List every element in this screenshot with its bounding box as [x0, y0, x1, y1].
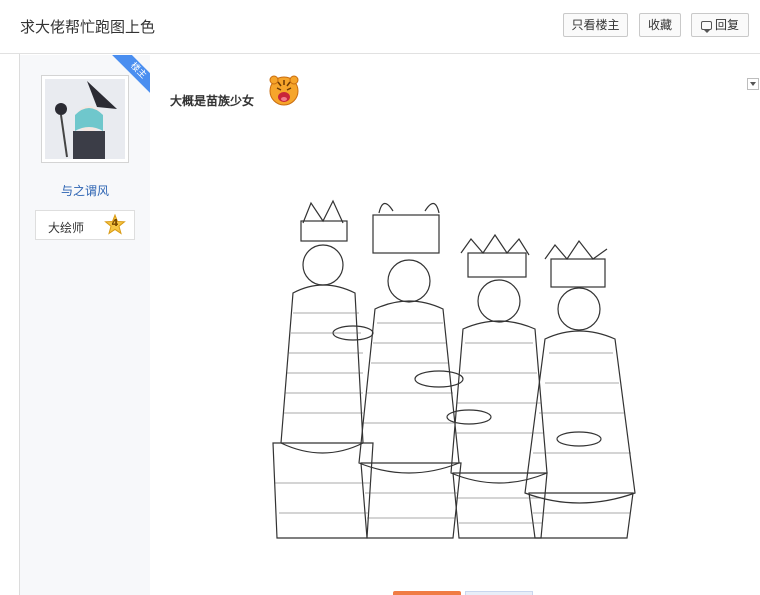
comment-icon [700, 21, 712, 33]
rank-box[interactable]: 大绘师 4 [35, 210, 135, 240]
pagination-prev[interactable] [393, 591, 461, 595]
post-menu-dropdown[interactable] [747, 78, 759, 90]
thread-header: 求大佬帮忙跑图上色 只看楼主 收藏 回复 [0, 0, 760, 54]
tiger-emoji-icon [268, 74, 300, 106]
rank-level: 4 [111, 218, 119, 229]
thread-title: 求大佬帮忙跑图上色 [20, 18, 156, 36]
reply-button[interactable]: 回复 [691, 13, 749, 37]
rank-star-icon: 4 [104, 213, 126, 236]
rank-title: 大绘师 [48, 221, 85, 235]
op-badge: 楼主 [112, 55, 150, 93]
only-op-button[interactable]: 只看楼主 [563, 13, 628, 37]
post-text: 大概是苗族少女 [170, 94, 255, 108]
post-image[interactable] [263, 193, 663, 540]
favorite-button[interactable]: 收藏 [639, 13, 681, 37]
pagination-next[interactable] [465, 591, 533, 595]
reply-label: 回复 [714, 18, 739, 32]
op-ribbon: 楼主 [112, 55, 150, 93]
author-username[interactable]: 与之谓风 [20, 182, 150, 199]
